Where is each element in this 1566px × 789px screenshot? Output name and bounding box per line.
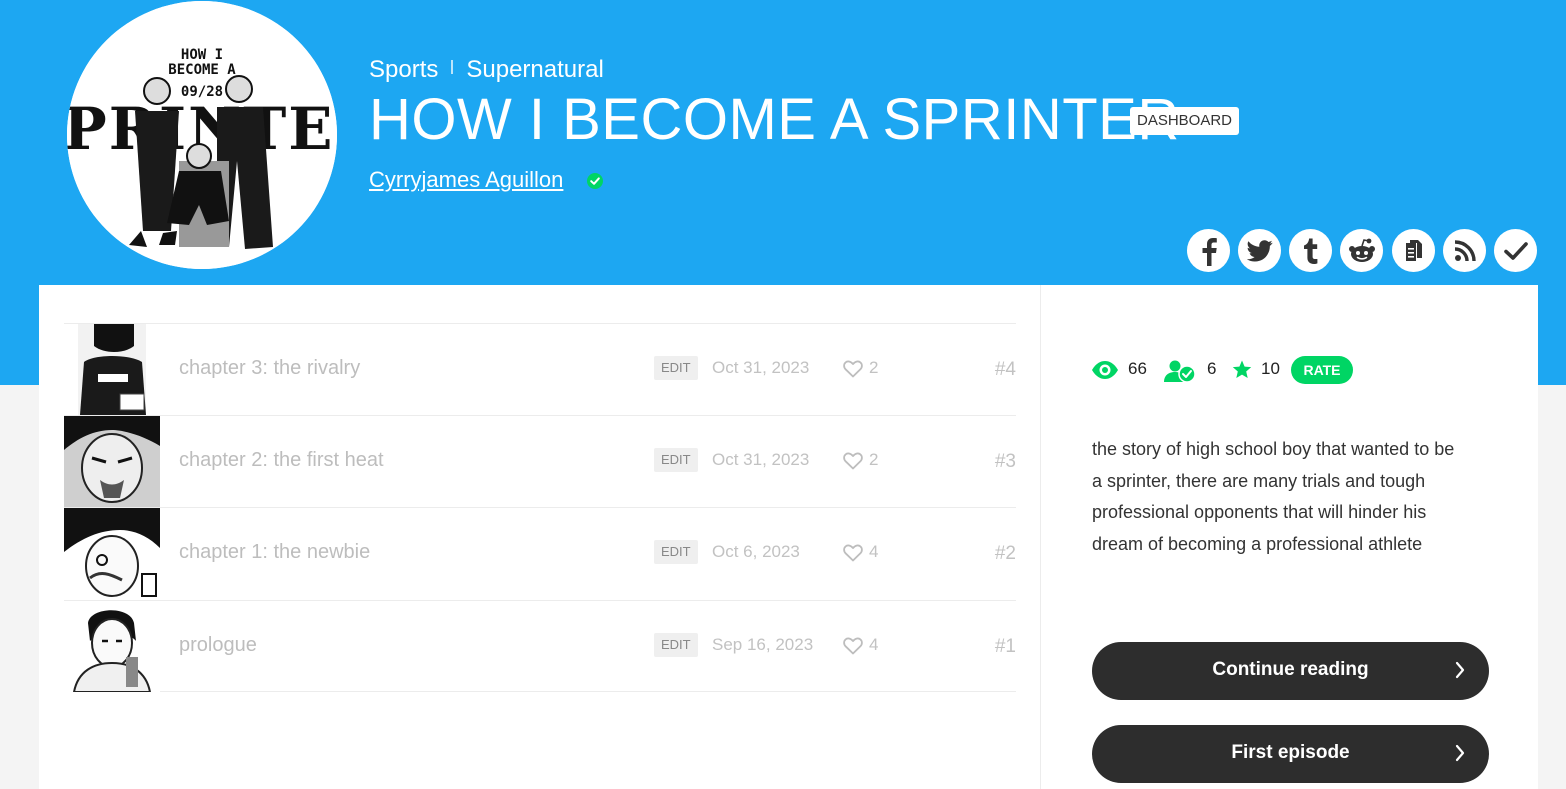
genre-link[interactable]: Supernatural: [466, 56, 603, 83]
episode-row[interactable]: chapter 2: the first heat EDIT Oct 31, 2…: [64, 415, 1016, 507]
genre-list: Sports Supernatural: [369, 56, 604, 84]
copy-link-button[interactable]: [1392, 229, 1435, 272]
twitter-icon: [1246, 239, 1273, 262]
verified-badge-icon: [587, 173, 603, 189]
reddit-icon: [1347, 238, 1377, 264]
episode-row[interactable]: chapter 3: the rivalry EDIT Oct 31, 2023…: [64, 323, 1016, 415]
share-twitter-button[interactable]: [1238, 229, 1281, 272]
rss-feed-button[interactable]: [1443, 229, 1486, 272]
episode-row[interactable]: chapter 1: the newbie EDIT Oct 6, 2023 4…: [64, 507, 1016, 599]
series-title: HOW I BECOME A SPRINTER: [369, 87, 1180, 152]
episode-number: #2: [994, 543, 1016, 564]
episode-thumbnail: [64, 416, 160, 507]
series-cover-image: HOW I BECOME A 09/28 SPRINTER: [67, 1, 337, 269]
tumblr-icon: [1302, 238, 1320, 264]
genre-separator: [451, 60, 454, 74]
rating-value: 10: [1261, 359, 1280, 378]
episode-date: Oct 31, 2023: [712, 358, 810, 377]
panel-divider: [1040, 285, 1041, 789]
continue-reading-button[interactable]: Continue reading: [1092, 642, 1489, 700]
rss-icon: [1454, 239, 1476, 262]
heart-icon: [843, 637, 863, 655]
episode-title[interactable]: chapter 3: the rivalry: [179, 357, 360, 380]
like-count: 4: [869, 635, 879, 654]
share-facebook-button[interactable]: [1187, 229, 1230, 272]
heart-icon: [843, 452, 863, 470]
episode-row[interactable]: prologue EDIT Sep 16, 2023 4 #1: [64, 600, 1016, 692]
subscribers-icon: [1163, 359, 1197, 383]
edit-episode-button[interactable]: EDIT: [654, 356, 698, 380]
episode-thumbnail: [64, 324, 160, 415]
subscribe-button[interactable]: [1494, 229, 1537, 272]
edit-episode-button[interactable]: EDIT: [654, 633, 698, 657]
first-episode-label: First episode: [1231, 742, 1350, 763]
episode-title[interactable]: prologue: [179, 634, 257, 657]
episode-title[interactable]: chapter 1: the newbie: [179, 541, 370, 564]
continue-reading-label: Continue reading: [1212, 659, 1369, 680]
copy-icon: [1404, 239, 1424, 263]
first-episode-button[interactable]: First episode: [1092, 725, 1489, 783]
subscriber-count: 6: [1207, 359, 1217, 378]
episode-date: Oct 6, 2023: [712, 542, 800, 561]
star-icon: [1232, 360, 1252, 379]
edit-episode-button[interactable]: EDIT: [654, 448, 698, 472]
svg-text:BECOME A: BECOME A: [168, 62, 236, 78]
svg-text:HOW I: HOW I: [181, 47, 223, 63]
dashboard-button[interactable]: DASHBOARD: [1130, 107, 1240, 135]
chevron-right-icon: [1455, 744, 1465, 762]
eye-icon: [1091, 360, 1119, 380]
episode-date: Sep 16, 2023: [712, 635, 814, 654]
facebook-icon: [1196, 236, 1222, 266]
like-count: 2: [869, 358, 879, 377]
rate-button[interactable]: RATE: [1291, 356, 1353, 384]
like-count: 4: [869, 542, 879, 561]
heart-icon: [843, 360, 863, 378]
author-link[interactable]: Cyrryjames Aguillon: [369, 167, 563, 193]
chevron-right-icon: [1455, 661, 1465, 679]
view-count: 66: [1128, 359, 1147, 378]
episode-title[interactable]: chapter 2: the first heat: [179, 449, 384, 472]
check-icon: [1503, 241, 1528, 261]
episode-date: Oct 31, 2023: [712, 450, 810, 469]
edit-episode-button[interactable]: EDIT: [654, 540, 698, 564]
genre-link[interactable]: Sports: [369, 56, 438, 83]
share-tumblr-button[interactable]: [1289, 229, 1332, 272]
share-reddit-button[interactable]: [1340, 229, 1383, 272]
episode-thumbnail: [64, 508, 160, 599]
episode-thumbnail: [64, 601, 160, 692]
series-description: the story of high school boy that wanted…: [1092, 439, 1455, 554]
episode-number: #3: [994, 451, 1016, 472]
episode-number: #1: [994, 636, 1016, 657]
heart-icon: [843, 544, 863, 562]
episode-number: #4: [994, 359, 1016, 380]
like-count: 2: [869, 450, 879, 469]
